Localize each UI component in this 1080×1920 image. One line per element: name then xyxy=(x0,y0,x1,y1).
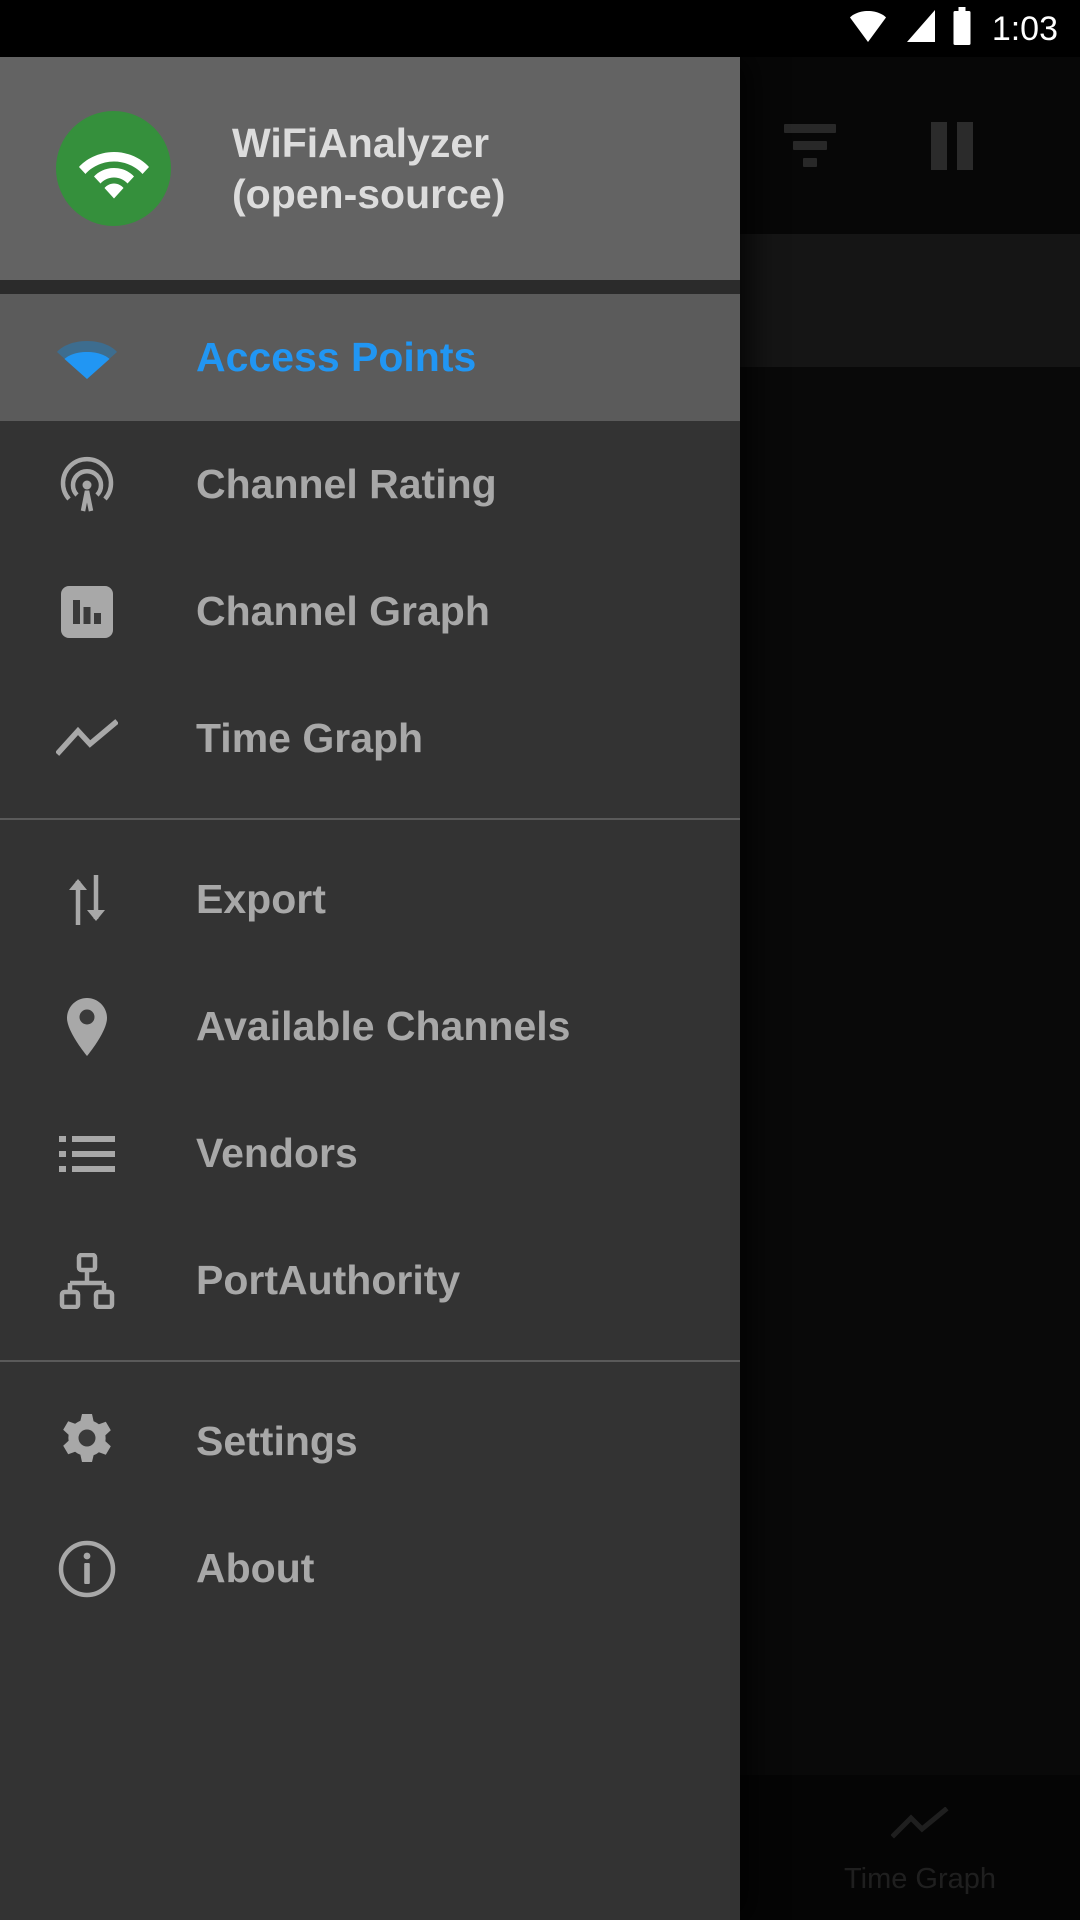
drawer-header-divider xyxy=(0,280,740,294)
wifi-logo-icon xyxy=(56,111,171,226)
app-title: WiFiAnalyzer (open-source) xyxy=(232,118,505,218)
sidebar-item-label: Export xyxy=(196,876,326,923)
list-icon xyxy=(56,1123,118,1185)
sidebar-item-channel-graph[interactable]: Channel Graph xyxy=(0,548,740,675)
sidebar-item-label: Channel Rating xyxy=(196,461,497,508)
sidebar-item-settings[interactable]: Settings xyxy=(0,1378,740,1505)
sidebar-item-label: Settings xyxy=(196,1418,358,1465)
line-chart-icon xyxy=(56,708,118,770)
sidebar-item-vendors[interactable]: Vendors xyxy=(0,1090,740,1217)
menu-divider xyxy=(0,818,740,820)
menu-divider xyxy=(0,1360,740,1362)
info-circle-icon xyxy=(56,1538,118,1600)
radar-icon xyxy=(56,454,118,516)
sidebar-item-label: Time Graph xyxy=(196,715,423,762)
drawer-header: WiFiAnalyzer (open-source) xyxy=(0,57,740,280)
status-bar-clock: 1:03 xyxy=(992,12,1058,46)
sidebar-item-channel-rating[interactable]: Channel Rating xyxy=(0,421,740,548)
sidebar-item-label: PortAuthority xyxy=(196,1257,460,1304)
bar-chart-icon xyxy=(56,581,118,643)
wifi-icon xyxy=(56,327,118,389)
status-bar: 1:03 xyxy=(0,0,1080,57)
sidebar-item-time-graph[interactable]: Time Graph xyxy=(0,675,740,802)
drawer-menu: Access Points Channel Rating xyxy=(0,294,740,1920)
sidebar-item-access-points[interactable]: Access Points xyxy=(0,294,740,421)
sidebar-item-export[interactable]: Export xyxy=(0,836,740,963)
sidebar-item-label: About xyxy=(196,1545,314,1592)
cellular-signal-icon xyxy=(901,9,937,48)
network-nodes-icon xyxy=(56,1250,118,1312)
sidebar-item-available-channels[interactable]: Available Channels xyxy=(0,963,740,1090)
sidebar-item-about[interactable]: About xyxy=(0,1505,740,1632)
sidebar-item-label: Channel Graph xyxy=(196,588,490,635)
gear-icon xyxy=(56,1411,118,1473)
location-pin-icon xyxy=(56,996,118,1058)
sidebar-item-label: Vendors xyxy=(196,1130,358,1177)
app-title-line1: WiFiAnalyzer xyxy=(232,118,505,168)
status-bar-icons xyxy=(850,7,972,50)
battery-icon xyxy=(952,7,972,50)
phone-screen: aph Time Graph xyxy=(0,0,1080,1920)
sidebar-item-label: Access Points xyxy=(196,334,476,381)
sidebar-item-portauthority[interactable]: PortAuthority xyxy=(0,1217,740,1344)
sidebar-item-label: Available Channels xyxy=(196,1003,570,1050)
wifi-icon xyxy=(850,9,886,48)
app-title-line2: (open-source) xyxy=(232,169,505,219)
navigation-drawer: WiFiAnalyzer (open-source) Access Points xyxy=(0,57,740,1920)
import-export-arrows-icon xyxy=(56,869,118,931)
